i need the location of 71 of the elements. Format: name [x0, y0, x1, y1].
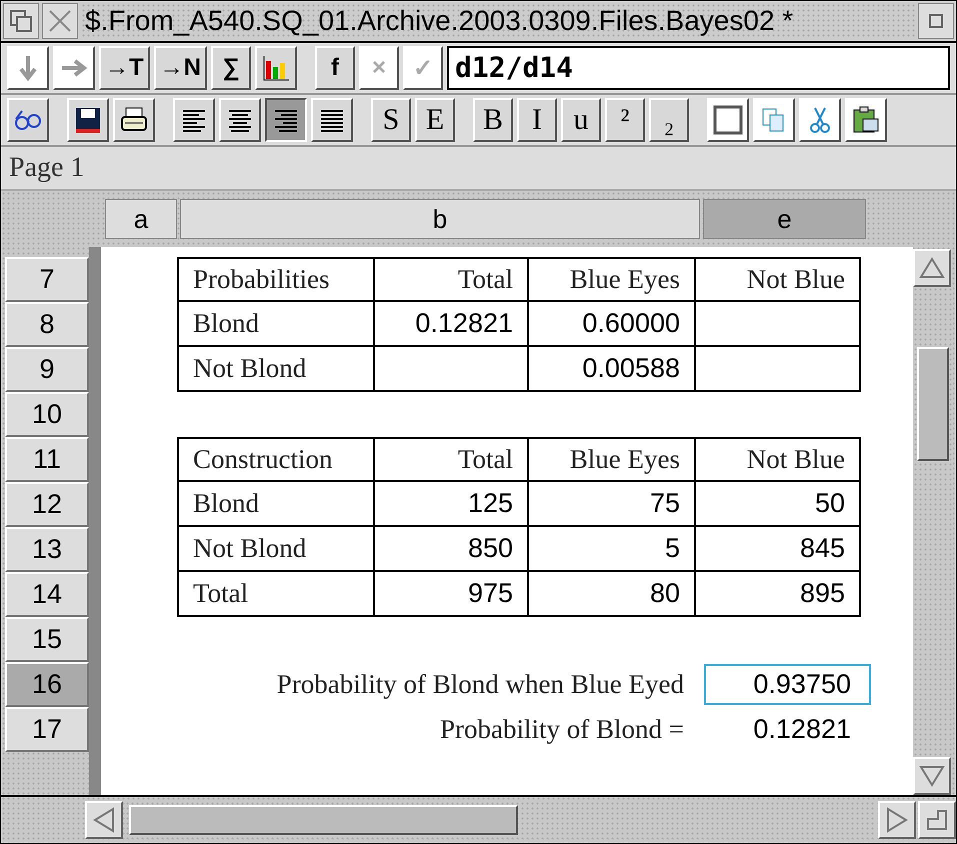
table-cell: 845	[696, 527, 861, 572]
table-cell: 125	[375, 482, 529, 527]
toolbar-button[interactable]: u	[561, 98, 601, 142]
row-header[interactable]: 8	[5, 302, 89, 347]
bar-chart-icon	[261, 53, 292, 83]
row-header[interactable]: 16	[5, 662, 89, 707]
table-cell: 5	[529, 527, 696, 572]
table-cell: Not Blond	[177, 527, 375, 572]
row-header[interactable]: 7	[5, 257, 89, 302]
scroll-right-icon[interactable]	[878, 801, 916, 839]
scrollbar-thumb[interactable]	[917, 347, 949, 461]
resize-icon[interactable]	[918, 801, 956, 839]
table-cell: Blond	[177, 302, 375, 347]
table-cell: Not Blond	[177, 347, 375, 392]
column-header[interactable]: b	[180, 199, 700, 239]
table-cell: Blue Eyes	[529, 257, 696, 302]
table-cell: Not Blue	[696, 437, 861, 482]
formula-field[interactable]: d12/d14	[447, 46, 950, 90]
scroll-up-icon[interactable]	[913, 249, 951, 287]
table-cell: Total	[375, 437, 529, 482]
toolbar-button[interactable]: ²	[605, 98, 645, 142]
toolbar-button[interactable]: →N	[154, 46, 208, 90]
window-title: $.From_A540.SQ_01.Archive.2003.0309.Files.Bayes02 *	[81, 3, 915, 39]
toolbar-button[interactable]: B	[473, 98, 513, 142]
save-icon	[73, 105, 103, 135]
row-header[interactable]: 13	[5, 527, 89, 572]
table-cell: 895	[696, 572, 861, 617]
toolbar-button[interactable]	[265, 98, 307, 142]
toolbar-button[interactable]: I	[517, 98, 557, 142]
row-header[interactable]: 9	[5, 347, 89, 392]
table-cell: Total	[375, 257, 529, 302]
toolbar-button[interactable]: f	[315, 46, 356, 90]
table-cell: 0.60000	[529, 302, 696, 347]
table-cell: Blue Eyes	[529, 437, 696, 482]
table-cell: 850	[375, 527, 529, 572]
result-label: Probability of Blond when Blue Eyed	[276, 668, 685, 701]
table-cell: Not Blue	[696, 257, 861, 302]
table-cell: 80	[529, 572, 696, 617]
scrollbar-thumb[interactable]	[129, 805, 518, 835]
table-cell: 0.12821	[375, 302, 529, 347]
close-icon[interactable]	[42, 3, 78, 39]
paste-icon	[851, 105, 881, 135]
toolbar-button[interactable]: →T	[99, 46, 150, 90]
border-box-icon	[713, 105, 743, 135]
table-cell: 50	[696, 482, 861, 527]
column-header[interactable]: e	[703, 199, 866, 239]
column-header[interactable]: a	[105, 199, 177, 239]
table-cell: Total	[177, 572, 375, 617]
row-header[interactable]: 11	[5, 437, 89, 482]
table-cell: 975	[375, 572, 529, 617]
row-header[interactable]: 14	[5, 572, 89, 617]
table-cell: Construction	[177, 437, 375, 482]
result-value: 0.12821	[752, 713, 852, 746]
table-cell: 75	[529, 482, 696, 527]
selected-cell: 0.93750	[704, 664, 871, 705]
toolbar-button[interactable]: S	[371, 98, 411, 142]
table-cell: Probabilities	[177, 257, 375, 302]
row-header[interactable]: 17	[5, 707, 89, 752]
back-icon[interactable]	[3, 3, 39, 39]
table-cell: Blond	[177, 482, 375, 527]
table-cell: 0.00588	[529, 347, 696, 392]
toolbar-button[interactable]: ∑	[211, 46, 252, 90]
result-label: Probability of Blond =	[439, 713, 685, 746]
maximize-icon[interactable]	[918, 3, 954, 39]
row-header[interactable]: 10	[5, 392, 89, 437]
row-header[interactable]: 15	[5, 617, 89, 662]
toolbar-button[interactable]: ₂	[649, 98, 689, 142]
scroll-left-icon[interactable]	[85, 801, 123, 839]
scroll-down-icon[interactable]	[913, 757, 951, 795]
toolbar-button[interactable]: E	[415, 98, 455, 142]
row-header[interactable]: 12	[5, 482, 89, 527]
